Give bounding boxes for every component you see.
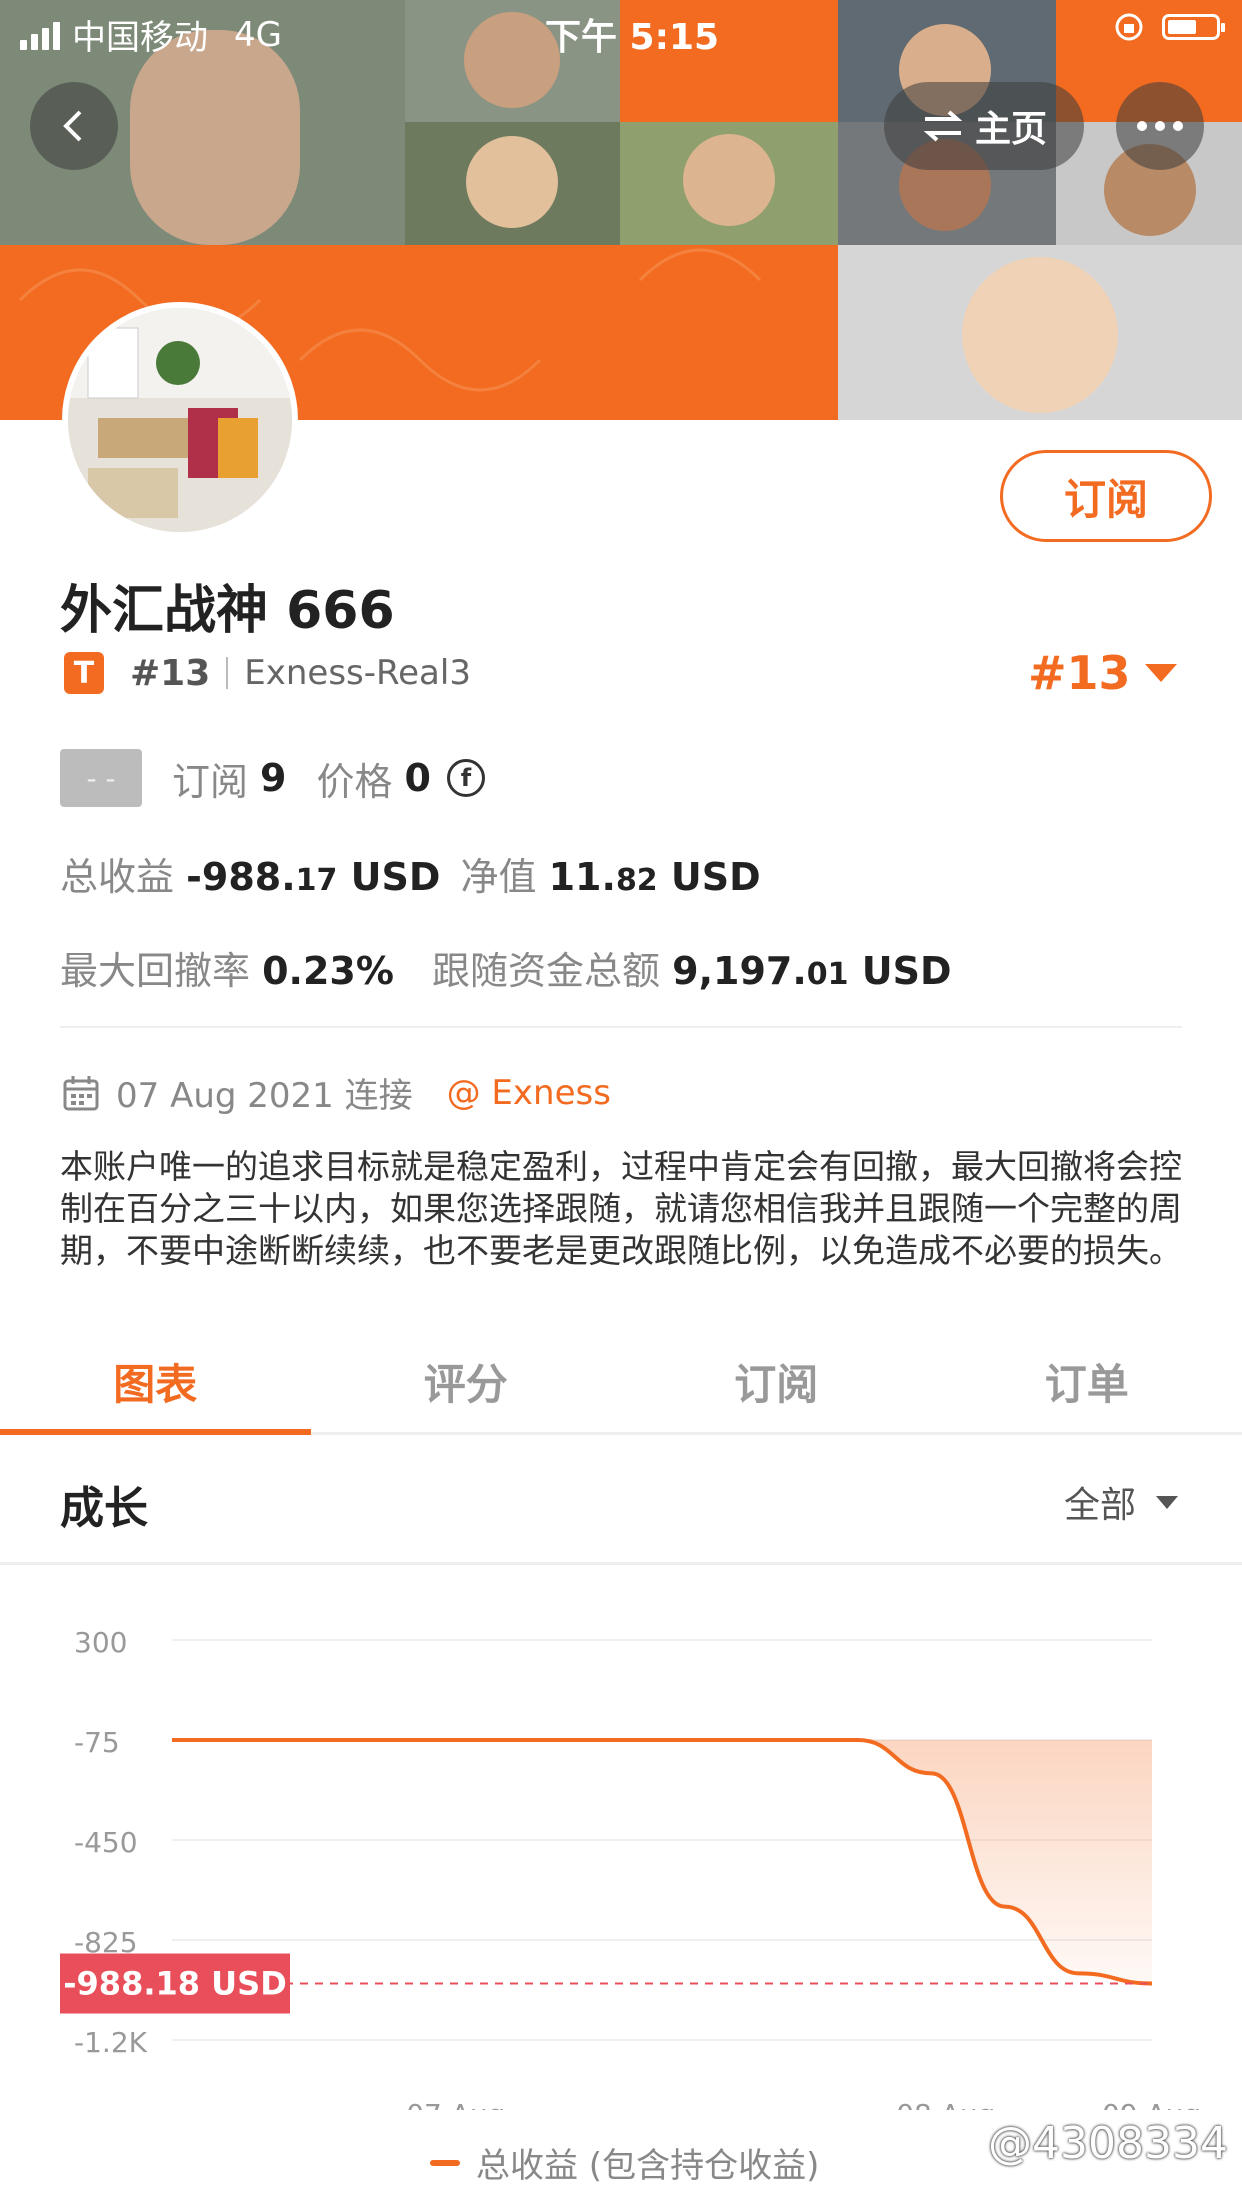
rotation-lock-icon (1115, 13, 1143, 41)
more-dots-icon (1137, 121, 1183, 131)
total-profit-label: 总收益 (60, 855, 175, 899)
home-button-label: 主页 (974, 109, 1047, 150)
tab-orders[interactable]: 订单 (932, 1330, 1242, 1432)
follow-funds-value: 9,197.01 USD (672, 949, 952, 993)
legend-swatch (430, 2159, 460, 2166)
swap-arrows-icon (923, 110, 963, 142)
home-button[interactable]: 主页 (884, 82, 1084, 170)
subscription-stats: - - 订阅 9 价格 0 f (60, 748, 485, 808)
subscribe-button[interactable]: 订阅 (1000, 450, 1212, 542)
range-select[interactable]: 全部 (1064, 1476, 1178, 1528)
y-tick-label: -75 (74, 1726, 120, 1759)
trader-name: 外汇战神 666 (60, 581, 395, 641)
follow-funds-label: 跟随资金总额 (432, 949, 661, 993)
subscribers-label: 订阅 (172, 759, 249, 804)
status-bar: 中国移动 4G 下午 5:15 (0, 0, 1242, 64)
network-type: 4G (234, 14, 282, 55)
drawdown-funds-row: 最大回撤率 0.23% 跟随资金总额 9,197.01 USD (60, 940, 952, 995)
level-chip: - - (60, 749, 142, 807)
trading-server: Exness-Real3 (244, 653, 471, 693)
chevron-left-icon (63, 110, 82, 142)
more-button[interactable] (1116, 82, 1204, 170)
back-button[interactable] (30, 82, 118, 170)
broker-link[interactable]: @ Exness (447, 1073, 611, 1113)
tab-chart[interactable]: 图表 (0, 1330, 311, 1435)
price-value: 0 (404, 756, 431, 800)
x-tick-label: 07 Aug (406, 2098, 505, 2110)
y-tick-label: -1.2K (74, 2026, 148, 2059)
watermark-text: @4308334 (988, 2118, 1228, 2169)
avatar[interactable] (62, 302, 298, 538)
x-tick-label: 09 Aug (1102, 2098, 1201, 2110)
caret-down-icon (1156, 1495, 1178, 1509)
avatar-image (68, 308, 292, 532)
range-select-value: 全部 (1063, 1485, 1136, 1526)
clock: 下午 5:15 (545, 17, 720, 58)
divider (60, 1026, 1182, 1028)
equity-label: 净值 (460, 855, 537, 899)
chart-legend: 总收益 (包含持仓收益) (430, 2138, 819, 2187)
battery-icon (1162, 14, 1225, 40)
equity-value: 11.82 USD (548, 855, 761, 899)
rank-dropdown-label: #13 (1028, 646, 1131, 700)
trader-badge: T (64, 652, 104, 694)
caret-down-icon (1144, 664, 1177, 682)
legend-label: 总收益 (包含持仓收益) (476, 2146, 820, 2186)
max-drawdown-label: 最大回撤率 (60, 949, 251, 993)
watermark: @4308334 (940, 2118, 1228, 2169)
meta-divider (226, 657, 229, 689)
tab-subscription[interactable]: 订阅 (621, 1330, 932, 1432)
signal-icon (20, 20, 60, 50)
rank-dropdown[interactable]: #13 (1028, 646, 1177, 700)
coin-icon: f (446, 759, 485, 797)
weibo-logo-icon (944, 2130, 976, 2161)
connection-date: 07 Aug 2021 连接 (116, 1076, 413, 1116)
series-area (172, 1740, 1152, 1984)
tab-bar: 图表 评分 订阅 订单 (0, 1330, 1242, 1435)
carrier-name: 中国移动 (72, 18, 208, 58)
total-profit-value: -988.17 USD (186, 855, 441, 899)
y-tick-label: 300 (74, 1626, 127, 1659)
tab-rating[interactable]: 评分 (311, 1330, 622, 1432)
trader-rank: #13 (130, 652, 211, 694)
current-value-label: -988.18 USD (63, 1965, 287, 2003)
trader-meta: T #13 Exness-Real3 (64, 650, 471, 696)
y-tick-label: -450 (74, 1826, 138, 1859)
section-title: 成长 (60, 1483, 148, 1534)
calendar-icon (63, 1075, 99, 1110)
account-description: 本账户唯一的追求目标就是稳定盈利，过程中肯定会有回撤，最大回撤将会控制在百分之三… (60, 1147, 1182, 1270)
subscribers-value: 9 (260, 756, 287, 800)
growth-section-header: 成长 全部 (0, 1432, 1242, 1565)
x-tick-label: 08 Aug (896, 2098, 995, 2110)
growth-chart: 300-75-450-825-1.2K-988.18 USD07 Aug08 A… (60, 1626, 1201, 2110)
profit-equity-row: 总收益 -988.17 USD 净值 11.82 USD (60, 846, 761, 901)
connection-row: 07 Aug 2021 连接 @ Exness (62, 1068, 611, 1117)
max-drawdown-value: 0.23% (262, 949, 394, 993)
price-label: 价格 (316, 759, 393, 804)
